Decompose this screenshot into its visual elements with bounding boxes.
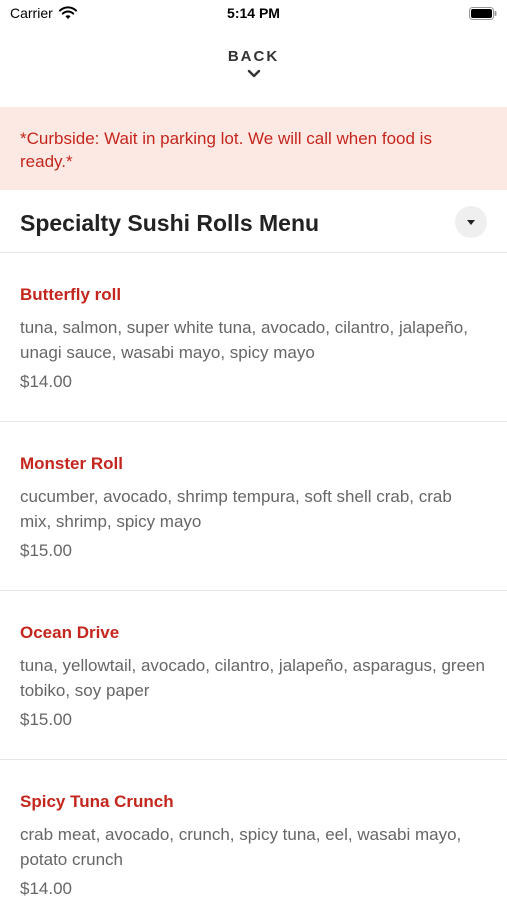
item-description: tuna, yellowtail, avocado, cilantro, jal… <box>20 656 485 700</box>
back-label: BACK <box>227 48 280 65</box>
item-price: $15.00 <box>20 541 72 560</box>
item-description: tuna, salmon, super white tuna, avocado,… <box>20 318 468 362</box>
chevron-down-icon <box>247 69 260 78</box>
item-name: Ocean Drive <box>20 623 120 642</box>
menu-item[interactable]: Spicy Tuna Crunch crab meat, avocado, cr… <box>0 760 507 900</box>
battery-icon <box>469 7 497 20</box>
status-time: 5:14 PM <box>227 5 280 21</box>
item-price: $14.00 <box>20 372 72 391</box>
status-bar: Carrier 5:14 PM <box>0 0 507 28</box>
item-price: $15.00 <box>20 710 72 729</box>
menu-dropdown-button[interactable] <box>455 206 487 238</box>
caret-down-icon <box>467 219 475 225</box>
item-description: crab meat, avocado, crunch, spicy tuna, … <box>20 825 462 869</box>
notice-text: *Curbside: Wait in parking lot. We will … <box>20 129 432 171</box>
back-button[interactable]: BACK <box>0 48 507 79</box>
menu-item[interactable]: Monster Roll cucumber, avocado, shrimp t… <box>0 422 507 591</box>
curbside-notice: *Curbside: Wait in parking lot. We will … <box>0 107 507 190</box>
item-name: Monster Roll <box>20 454 123 473</box>
menu-item[interactable]: Ocean Drive tuna, yellowtail, avocado, c… <box>0 591 507 760</box>
item-price: $14.00 <box>20 879 72 898</box>
item-description: cucumber, avocado, shrimp tempura, soft … <box>20 487 452 531</box>
menu-title: Specialty Sushi Rolls Menu <box>20 210 320 236</box>
menu-items-list: Butterfly roll tuna, salmon, super white… <box>0 253 507 900</box>
menu-header: Specialty Sushi Rolls Menu <box>0 190 507 253</box>
item-name: Spicy Tuna Crunch <box>20 792 174 811</box>
item-name: Butterfly roll <box>20 285 122 304</box>
menu-item[interactable]: Butterfly roll tuna, salmon, super white… <box>0 253 507 422</box>
